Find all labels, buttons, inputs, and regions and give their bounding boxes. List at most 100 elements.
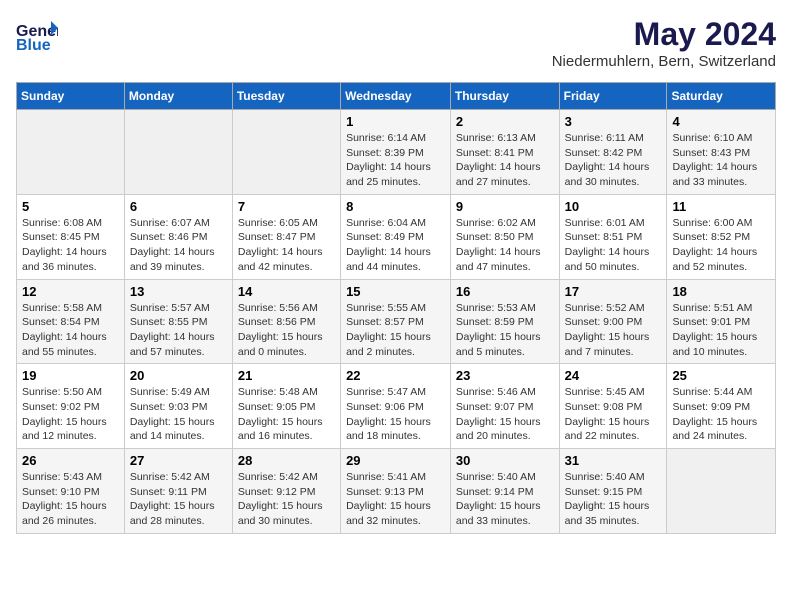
calendar-cell: 4 Sunrise: 6:10 AM Sunset: 8:43 PM Daylig… (667, 110, 776, 195)
calendar-header: SundayMondayTuesdayWednesdayThursdayFrid… (17, 83, 776, 110)
day-number: 5 (22, 199, 119, 214)
logo: General Blue (16, 16, 58, 54)
day-detail: Sunrise: 5:55 AM Sunset: 8:57 PM Dayligh… (346, 301, 445, 360)
day-number: 8 (346, 199, 445, 214)
day-detail: Sunrise: 5:47 AM Sunset: 9:06 PM Dayligh… (346, 385, 445, 444)
day-number: 13 (130, 284, 227, 299)
svg-text:Blue: Blue (16, 37, 51, 54)
weekday-header-thursday: Thursday (450, 83, 559, 110)
calendar-week-row: 12 Sunrise: 5:58 AM Sunset: 8:54 PM Dayli… (17, 279, 776, 364)
calendar-cell: 29Sunrise: 5:41 AM Sunset: 9:13 PM Dayli… (341, 449, 451, 534)
day-detail: Sunrise: 5:53 AM Sunset: 8:59 PM Dayligh… (456, 301, 554, 360)
day-detail: Sunrise: 6:07 AM Sunset: 8:46 PM Dayligh… (130, 216, 227, 275)
calendar-cell: 31Sunrise: 5:40 AM Sunset: 9:15 PM Dayli… (559, 449, 667, 534)
calendar-cell: 30 Sunrise: 5:40 AM Sunset: 9:14 PM Dayli… (450, 449, 559, 534)
location-subtitle: Niedermuhlern, Bern, Switzerland (552, 53, 776, 70)
day-detail: Sunrise: 5:57 AM Sunset: 8:55 PM Dayligh… (130, 301, 227, 360)
day-detail: Sunrise: 5:48 AM Sunset: 9:05 PM Dayligh… (238, 385, 335, 444)
day-number: 11 (672, 199, 770, 214)
day-number: 3 (565, 114, 662, 129)
calendar-table: SundayMondayTuesdayWednesdayThursdayFrid… (16, 82, 776, 534)
day-number: 30 (456, 453, 554, 468)
day-number: 9 (456, 199, 554, 214)
calendar-cell: 20Sunrise: 5:49 AM Sunset: 9:03 PM Dayli… (124, 364, 232, 449)
weekday-header-friday: Friday (559, 83, 667, 110)
calendar-cell: 25 Sunrise: 5:44 AM Sunset: 9:09 PM Dayli… (667, 364, 776, 449)
day-number: 25 (672, 368, 770, 383)
day-detail: Sunrise: 5:50 AM Sunset: 9:02 PM Dayligh… (22, 385, 119, 444)
day-number: 23 (456, 368, 554, 383)
day-detail: Sunrise: 6:01 AM Sunset: 8:51 PM Dayligh… (565, 216, 662, 275)
calendar-cell: 16Sunrise: 5:53 AM Sunset: 8:59 PM Dayli… (450, 279, 559, 364)
day-detail: Sunrise: 5:42 AM Sunset: 9:11 PM Dayligh… (130, 470, 227, 529)
day-number: 27 (130, 453, 227, 468)
day-detail: Sunrise: 5:40 AM Sunset: 9:14 PM Dayligh… (456, 470, 554, 529)
day-detail: Sunrise: 6:11 AM Sunset: 8:42 PM Dayligh… (565, 131, 662, 190)
calendar-week-row: 5 Sunrise: 6:08 AM Sunset: 8:45 PM Daylig… (17, 194, 776, 279)
calendar-cell: 14 Sunrise: 5:56 AM Sunset: 8:56 PM Dayli… (232, 279, 340, 364)
day-number: 12 (22, 284, 119, 299)
page-header: General Blue May 2024 Niedermuhlern, Ber… (16, 16, 776, 70)
day-detail: Sunrise: 6:00 AM Sunset: 8:52 PM Dayligh… (672, 216, 770, 275)
day-number: 2 (456, 114, 554, 129)
calendar-cell: 28 Sunrise: 5:42 AM Sunset: 9:12 PM Dayli… (232, 449, 340, 534)
day-number: 26 (22, 453, 119, 468)
calendar-cell: 12 Sunrise: 5:58 AM Sunset: 8:54 PM Dayli… (17, 279, 125, 364)
day-detail: Sunrise: 5:56 AM Sunset: 8:56 PM Dayligh… (238, 301, 335, 360)
day-detail: Sunrise: 6:08 AM Sunset: 8:45 PM Dayligh… (22, 216, 119, 275)
day-number: 21 (238, 368, 335, 383)
day-number: 17 (565, 284, 662, 299)
calendar-body: 1Sunrise: 6:14 AM Sunset: 8:39 PM Daylig… (17, 110, 776, 534)
day-detail: Sunrise: 6:13 AM Sunset: 8:41 PM Dayligh… (456, 131, 554, 190)
day-detail: Sunrise: 6:05 AM Sunset: 8:47 PM Dayligh… (238, 216, 335, 275)
day-detail: Sunrise: 5:49 AM Sunset: 9:03 PM Dayligh… (130, 385, 227, 444)
weekday-header-tuesday: Tuesday (232, 83, 340, 110)
calendar-cell: 15Sunrise: 5:55 AM Sunset: 8:57 PM Dayli… (341, 279, 451, 364)
day-detail: Sunrise: 5:58 AM Sunset: 8:54 PM Dayligh… (22, 301, 119, 360)
day-number: 24 (565, 368, 662, 383)
calendar-cell: 24 Sunrise: 5:45 AM Sunset: 9:08 PM Dayli… (559, 364, 667, 449)
day-number: 14 (238, 284, 335, 299)
day-detail: Sunrise: 5:43 AM Sunset: 9:10 PM Dayligh… (22, 470, 119, 529)
logo-icon: General Blue (16, 16, 58, 54)
day-detail: Sunrise: 6:02 AM Sunset: 8:50 PM Dayligh… (456, 216, 554, 275)
calendar-cell: 18Sunrise: 5:51 AM Sunset: 9:01 PM Dayli… (667, 279, 776, 364)
day-detail: Sunrise: 5:46 AM Sunset: 9:07 PM Dayligh… (456, 385, 554, 444)
calendar-cell: 26 Sunrise: 5:43 AM Sunset: 9:10 PM Dayli… (17, 449, 125, 534)
weekday-header-wednesday: Wednesday (341, 83, 451, 110)
day-number: 29 (346, 453, 445, 468)
calendar-cell: 10 Sunrise: 6:01 AM Sunset: 8:51 PM Dayli… (559, 194, 667, 279)
day-number: 10 (565, 199, 662, 214)
weekday-header-monday: Monday (124, 83, 232, 110)
day-detail: Sunrise: 5:40 AM Sunset: 9:15 PM Dayligh… (565, 470, 662, 529)
day-detail: Sunrise: 6:10 AM Sunset: 8:43 PM Dayligh… (672, 131, 770, 190)
title-area: May 2024 Niedermuhlern, Bern, Switzerlan… (552, 16, 776, 70)
day-detail: Sunrise: 5:44 AM Sunset: 9:09 PM Dayligh… (672, 385, 770, 444)
day-number: 4 (672, 114, 770, 129)
calendar-cell (17, 110, 125, 195)
calendar-cell (667, 449, 776, 534)
weekday-header-saturday: Saturday (667, 83, 776, 110)
calendar-cell: 11 Sunrise: 6:00 AM Sunset: 8:52 PM Dayli… (667, 194, 776, 279)
day-number: 22 (346, 368, 445, 383)
day-detail: Sunrise: 5:51 AM Sunset: 9:01 PM Dayligh… (672, 301, 770, 360)
calendar-cell: 23 Sunrise: 5:46 AM Sunset: 9:07 PM Dayli… (450, 364, 559, 449)
day-detail: Sunrise: 5:52 AM Sunset: 9:00 PM Dayligh… (565, 301, 662, 360)
day-detail: Sunrise: 5:45 AM Sunset: 9:08 PM Dayligh… (565, 385, 662, 444)
calendar-cell: 19 Sunrise: 5:50 AM Sunset: 9:02 PM Dayli… (17, 364, 125, 449)
calendar-week-row: 26 Sunrise: 5:43 AM Sunset: 9:10 PM Dayli… (17, 449, 776, 534)
day-detail: Sunrise: 5:42 AM Sunset: 9:12 PM Dayligh… (238, 470, 335, 529)
calendar-cell: 1Sunrise: 6:14 AM Sunset: 8:39 PM Daylig… (341, 110, 451, 195)
calendar-cell (232, 110, 340, 195)
calendar-cell: 6 Sunrise: 6:07 AM Sunset: 8:46 PM Daylig… (124, 194, 232, 279)
calendar-cell (124, 110, 232, 195)
day-number: 6 (130, 199, 227, 214)
calendar-cell: 3 Sunrise: 6:11 AM Sunset: 8:42 PM Daylig… (559, 110, 667, 195)
calendar-cell: 8 Sunrise: 6:04 AM Sunset: 8:49 PM Daylig… (341, 194, 451, 279)
calendar-week-row: 19 Sunrise: 5:50 AM Sunset: 9:02 PM Dayli… (17, 364, 776, 449)
day-number: 28 (238, 453, 335, 468)
day-detail: Sunrise: 6:04 AM Sunset: 8:49 PM Dayligh… (346, 216, 445, 275)
calendar-week-row: 1Sunrise: 6:14 AM Sunset: 8:39 PM Daylig… (17, 110, 776, 195)
day-number: 19 (22, 368, 119, 383)
day-number: 7 (238, 199, 335, 214)
